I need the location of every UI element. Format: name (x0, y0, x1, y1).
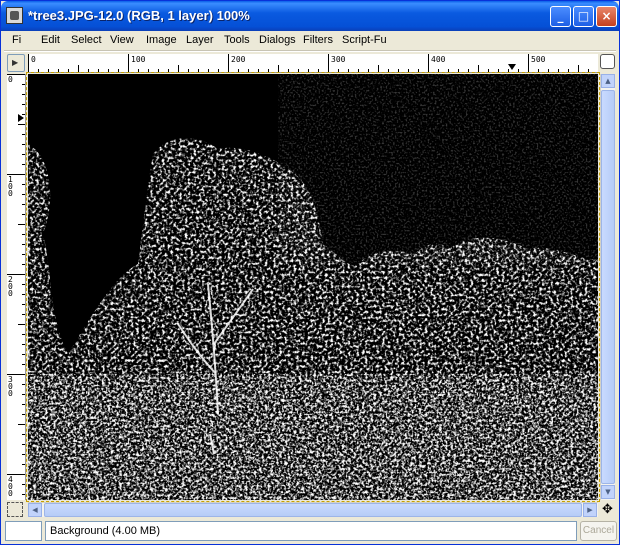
image-window: *tree3.JPG-12.0 (RGB, 1 layer) 100% _ □ … (0, 0, 620, 545)
menu-dialogs[interactable]: Dialogs (259, 34, 296, 46)
cancel-button[interactable]: Cancel (580, 521, 617, 541)
pointer-position-marker (508, 64, 516, 70)
image-menu-button[interactable]: ▶ (7, 54, 25, 72)
hruler-label: 200 (231, 55, 246, 64)
gimp-app-icon[interactable] (6, 7, 23, 24)
menu-layer[interactable]: Layer (186, 34, 214, 46)
vruler-label: 400 (8, 475, 13, 498)
image-canvas[interactable] (28, 74, 598, 500)
vruler-label: 100 (8, 175, 13, 198)
hruler-label: 0 (31, 55, 36, 64)
hruler-label: 100 (131, 55, 146, 64)
vruler-label: 0 (8, 75, 13, 84)
pointer-position-marker (18, 114, 24, 122)
menu-bar: Fi Edit Select View Image Layer Tools Di… (4, 32, 616, 50)
menu-tools[interactable]: Tools (224, 34, 250, 46)
scroll-up-icon[interactable]: ▲ (601, 74, 615, 88)
minimize-button[interactable]: _ (550, 6, 571, 27)
menu-edit[interactable]: Edit (41, 34, 60, 46)
vertical-scrollbar[interactable]: ▲ ▼ (600, 74, 615, 500)
scroll-right-icon[interactable]: ▶ (583, 503, 597, 517)
window-title: *tree3.JPG-12.0 (RGB, 1 layer) 100% (28, 8, 250, 23)
close-button[interactable]: × (596, 6, 617, 27)
scroll-left-icon[interactable]: ◀ (28, 503, 42, 517)
zoom-toggle-button[interactable] (600, 54, 615, 69)
hruler-label: 500 (531, 55, 546, 64)
unit-selector[interactable] (5, 521, 42, 541)
title-bar[interactable]: *tree3.JPG-12.0 (RGB, 1 layer) 100% _ □ … (1, 1, 619, 31)
edge-detected-tree-image (28, 74, 598, 500)
vruler-label: 300 (8, 375, 13, 398)
triangle-right-icon: ▶ (12, 58, 19, 67)
vertical-scroll-thumb[interactable] (601, 90, 615, 484)
vruler-label: 200 (8, 275, 13, 298)
navigate-icon[interactable]: ✥ (600, 502, 615, 517)
status-layer-info: Background (4.00 MB) (45, 521, 577, 541)
menu-select[interactable]: Select (71, 34, 102, 46)
menu-filters[interactable]: Filters (303, 34, 333, 46)
hruler-label: 400 (431, 55, 446, 64)
vertical-ruler[interactable]: 0 100 200 300 400 (7, 74, 26, 500)
hruler-label: 300 (331, 55, 346, 64)
maximize-button[interactable]: □ (573, 6, 594, 27)
menu-file[interactable]: Fi (12, 34, 21, 46)
menu-image[interactable]: Image (146, 34, 177, 46)
menu-script-fu[interactable]: Script-Fu (342, 34, 387, 46)
horizontal-scroll-thumb[interactable] (44, 503, 582, 517)
menu-separator (4, 50, 616, 52)
horizontal-ruler[interactable]: 0 100 200 300 400 500 (28, 54, 598, 73)
scroll-down-icon[interactable]: ▼ (601, 485, 615, 499)
menu-view[interactable]: View (110, 34, 134, 46)
quick-mask-toggle[interactable] (7, 502, 23, 517)
horizontal-scrollbar[interactable]: ◀ ▶ (28, 502, 598, 517)
